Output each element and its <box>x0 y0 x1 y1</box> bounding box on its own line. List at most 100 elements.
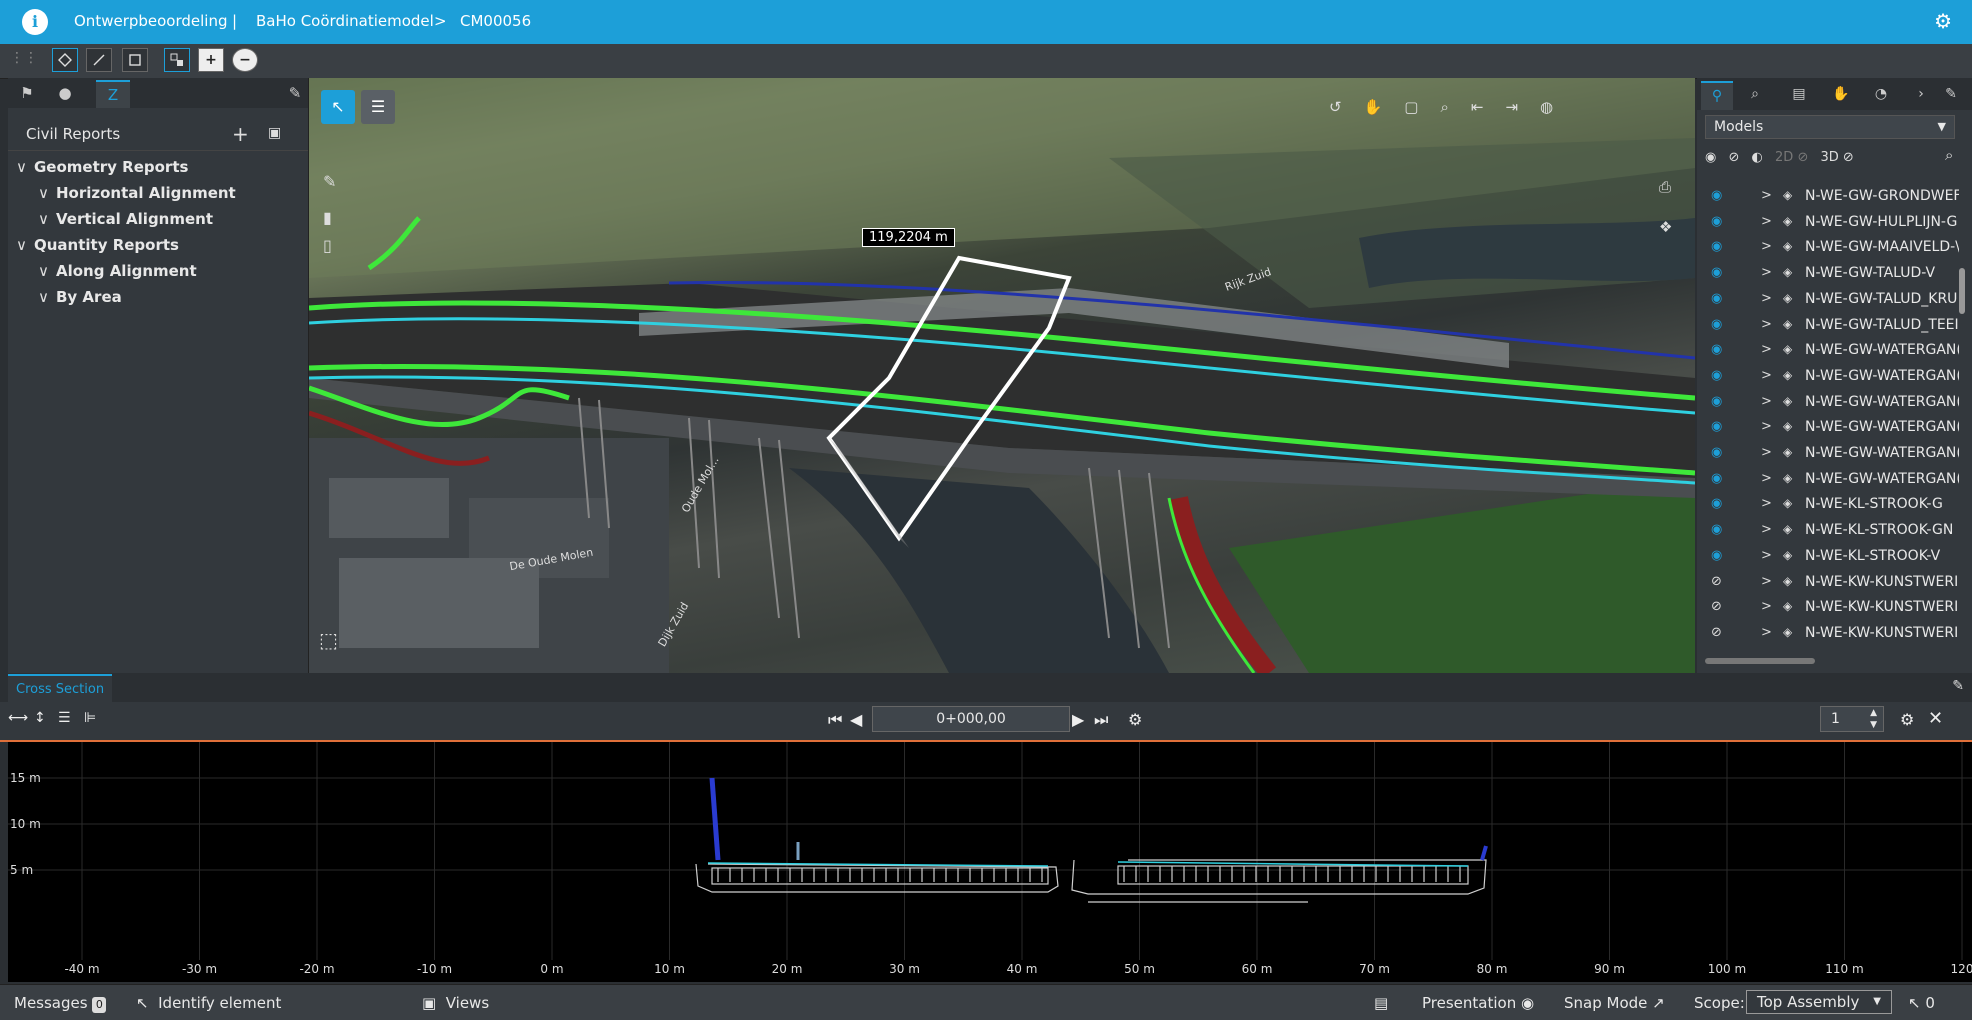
tree-item-by-area[interactable]: ∨ By Area <box>38 288 122 306</box>
isolate-icon[interactable]: ◐ <box>1752 150 1763 165</box>
model-row[interactable]: ◉ > ◈ N-WE-GW-WATERGAN( <box>1697 441 1959 467</box>
cross-section-plot[interactable] <box>8 742 1972 982</box>
cross-section-options-icon[interactable]: ⚙ <box>1900 710 1914 729</box>
eye-icon[interactable]: ◉ <box>1711 496 1722 511</box>
chevron-down-icon[interactable]: ∨ <box>38 288 56 306</box>
civil-reports-icon[interactable]: Z <box>96 80 130 108</box>
breadcrumb-issue[interactable]: CM00056 <box>460 12 531 30</box>
eye-icon[interactable]: ◉ <box>1711 368 1722 383</box>
cross-section-settings-icon[interactable]: ⚙ <box>1128 710 1142 729</box>
search-models-icon[interactable]: ⌕ <box>1945 146 1953 164</box>
pan-hand-icon[interactable]: ✋ <box>1364 98 1405 116</box>
cross-section-view[interactable]: -40 m -30 m -20 m -10 m 0 m 10 m 20 m 30 m 40 m 5… <box>8 742 1972 982</box>
eye-hidden-icon[interactable]: ⊘ <box>1711 574 1722 589</box>
chevron-right-icon[interactable]: > <box>1761 522 1772 537</box>
model-row[interactable]: ◉ > ◈ N-WE-KL-STROOK-G <box>1697 492 1959 518</box>
scope-dropdown[interactable]: Top Assembly ▼ <box>1746 990 1892 1014</box>
snap-mode-button[interactable]: Snap Mode ↗ <box>1564 994 1665 1012</box>
eye-icon[interactable]: ◉ <box>1711 188 1722 203</box>
hide-3d-icon[interactable]: ⊘ <box>1843 150 1854 165</box>
hide-2d-icon[interactable]: ⊘ <box>1797 150 1808 165</box>
previous-view-icon[interactable]: ⇤ <box>1471 98 1506 116</box>
first-station-icon[interactable]: ⏮ <box>828 710 842 730</box>
model-tool-icon[interactable] <box>164 48 190 72</box>
eye-icon[interactable]: ◉ <box>1711 317 1722 332</box>
pin-icon[interactable]: ✎ <box>1952 678 1964 694</box>
chevron-right-icon[interactable]: > <box>1761 625 1772 640</box>
toggle-3d-button[interactable]: 3D <box>1820 150 1838 165</box>
horizontal-scrollbar[interactable] <box>1705 658 1815 664</box>
walk-icon[interactable]: ❖ <box>1659 218 1672 236</box>
breadcrumb-project[interactable]: Ontwerpbeoordeling <box>74 12 228 30</box>
fit-view-icon[interactable]: ▢ <box>1404 98 1440 116</box>
chevron-down-icon[interactable]: ∨ <box>16 236 34 254</box>
station-input[interactable]: 0+000,00 <box>872 706 1070 732</box>
properties-icon[interactable]: ▤ <box>1783 81 1815 108</box>
next-station-icon[interactable]: ▶ <box>1072 710 1084 729</box>
menu-button[interactable]: ☰ <box>361 90 395 124</box>
chevron-right-icon[interactable]: > <box>1761 188 1772 203</box>
breadcrumb-model[interactable]: BaHo Coördinatiemodel <box>256 12 434 30</box>
chevron-right-icon[interactable]: > <box>1761 548 1772 563</box>
model-row[interactable]: ◉ > ◈ N-WE-KL-STROOK-GN <box>1697 518 1959 544</box>
eye-icon[interactable]: ◉ <box>1711 471 1722 486</box>
model-row[interactable]: ◉ > ◈ N-WE-GW-TALUD_KRU <box>1697 287 1959 313</box>
eye-icon[interactable]: ◉ <box>1711 548 1722 563</box>
section-icon[interactable]: ▯ <box>323 236 332 255</box>
model-row[interactable]: ◉ > ◈ N-WE-GW-WATERGAN( <box>1697 467 1959 493</box>
step-stepper[interactable]: 1 ▲ ▼ <box>1820 706 1884 732</box>
chevron-down-icon[interactable]: ∨ <box>38 184 56 202</box>
hide-all-icon[interactable]: ⊘ <box>1728 150 1739 165</box>
hand-icon[interactable]: ✋ <box>1825 81 1857 108</box>
vertical-fit-icon[interactable]: ↕ <box>34 710 46 726</box>
3d-scene[interactable] <box>309 78 1695 673</box>
eye-icon[interactable]: ◉ <box>1711 291 1722 306</box>
chevron-right-icon[interactable]: > <box>1761 599 1772 614</box>
add-icon[interactable]: + <box>198 48 224 72</box>
chevron-right-icon[interactable]: > <box>1761 317 1772 332</box>
model-row[interactable]: ⊘ > ◈ N-WE-KW-KUNSTWERI <box>1697 570 1959 596</box>
tree-item-vertical-alignment[interactable]: ∨ Vertical Alignment <box>38 210 213 228</box>
markup-icon[interactable]: ● <box>48 80 82 106</box>
vertical-scrollbar[interactable] <box>1959 268 1965 314</box>
model-row[interactable]: ◉ > ◈ N-WE-GW-TALUD_TEEI <box>1697 313 1959 339</box>
chevron-right-icon[interactable]: > <box>1761 394 1772 409</box>
zoom-icon[interactable]: ⌕ <box>1440 98 1470 116</box>
model-row[interactable]: ◉ > ◈ N-WE-GW-GRONDWEF <box>1697 184 1959 210</box>
eye-icon[interactable]: ◉ <box>1711 394 1722 409</box>
rectangle-tool-icon[interactable] <box>122 48 148 72</box>
views-button[interactable]: ▣ Views <box>422 994 489 1012</box>
chevron-right-icon[interactable]: > <box>1761 291 1772 306</box>
briefcase-icon[interactable]: ▤ <box>1374 994 1388 1012</box>
globe-icon[interactable]: ◍ <box>1540 98 1575 116</box>
chevron-right-icon[interactable]: > <box>1761 368 1772 383</box>
stepper-arrows-icon[interactable]: ▲ ▼ <box>1870 707 1877 731</box>
layers-icon[interactable]: ☰ <box>58 710 71 726</box>
camera-icon[interactable]: ⎙ <box>1659 178 1671 196</box>
chevron-right-icon[interactable]: > <box>1761 419 1772 434</box>
view-cube-icon[interactable]: ⬚ <box>319 628 338 652</box>
eye-icon[interactable]: ◉ <box>1711 522 1722 537</box>
clip-icon[interactable]: ▮ <box>323 208 332 227</box>
tree-item-quantity-reports[interactable]: ∨ Quantity Reports <box>16 236 179 254</box>
add-report-button[interactable]: + <box>232 122 249 146</box>
search-icon[interactable]: ⌕ <box>1739 81 1771 108</box>
tab-cross-section[interactable]: Cross Section <box>8 674 113 703</box>
chevron-down-icon[interactable]: ∨ <box>38 210 56 228</box>
tree-icon[interactable]: ⚲ <box>1701 81 1733 110</box>
chevron-right-icon[interactable]: > <box>1761 496 1772 511</box>
more-icon[interactable]: › <box>1905 81 1937 108</box>
tree-item-along-alignment[interactable]: ∨ Along Alignment <box>38 262 197 280</box>
horizontal-fit-icon[interactable]: ⟷ <box>8 710 28 726</box>
eye-hidden-icon[interactable]: ⊘ <box>1711 599 1722 614</box>
identify-element-button[interactable]: ↖ Identify element <box>136 994 281 1012</box>
chevron-right-icon[interactable]: > <box>1761 265 1772 280</box>
settings-gear-icon[interactable]: ⚙ <box>1934 9 1952 33</box>
chevron-right-icon[interactable]: > <box>1761 445 1772 460</box>
messages-button[interactable]: Messages 0 <box>14 994 107 1013</box>
select-tool-button[interactable]: ↖ <box>321 90 355 124</box>
folder-icon[interactable]: ▣ <box>268 125 281 141</box>
chevron-right-icon[interactable]: > <box>1761 342 1772 357</box>
pin-icon[interactable]: ✎ <box>1935 81 1967 108</box>
line-tool-icon[interactable] <box>86 48 112 72</box>
